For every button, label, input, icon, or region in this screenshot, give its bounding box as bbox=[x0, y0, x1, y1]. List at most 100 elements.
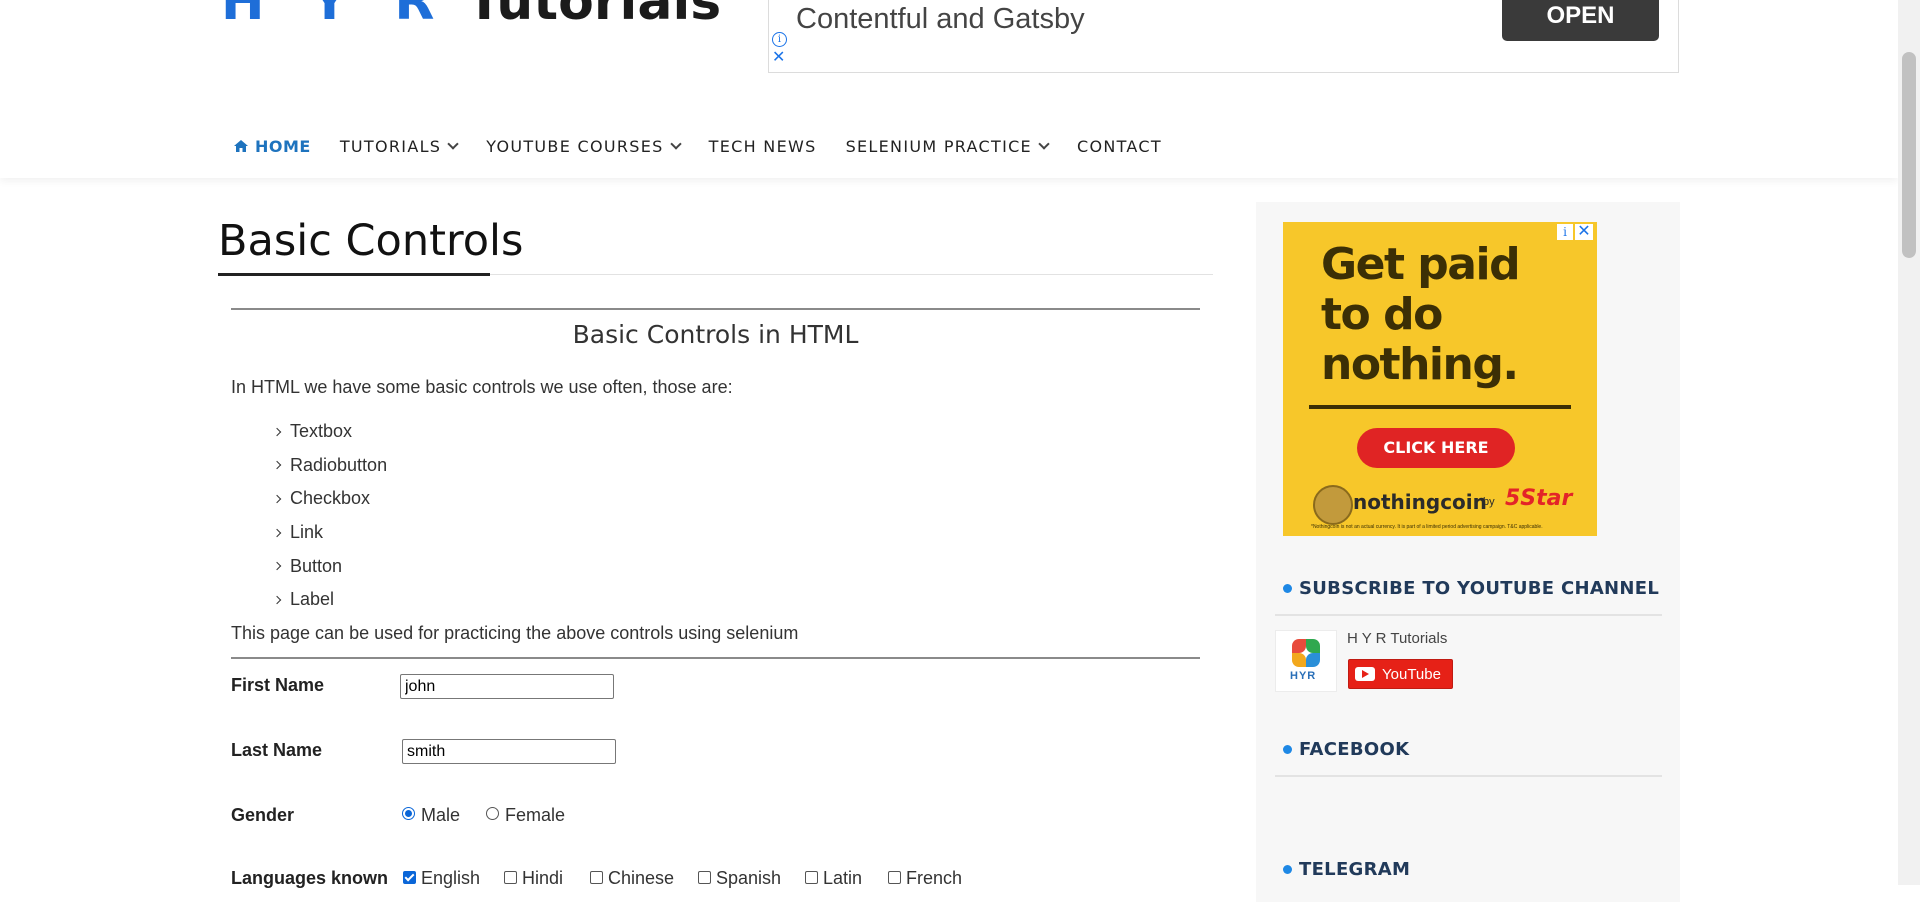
list-item-label: Radiobutton bbox=[290, 454, 388, 475]
intro-text: In HTML we have some basic controls we u… bbox=[231, 377, 733, 397]
chevron-down-icon bbox=[1038, 138, 1050, 150]
section-divider bbox=[231, 308, 1200, 310]
scrollbar-thumb[interactable] bbox=[1902, 52, 1916, 258]
ad-open-button[interactable]: OPEN bbox=[1502, 0, 1659, 41]
list-item: Radiobutton bbox=[272, 449, 388, 483]
nav-tech-news-label: TECH NEWS bbox=[708, 136, 817, 156]
list-item-label: Label bbox=[290, 589, 335, 610]
nav-youtube-courses[interactable]: YOUTUBE COURSES bbox=[486, 136, 682, 156]
page-scrollbar[interactable] bbox=[1898, 0, 1920, 885]
language-french-label[interactable]: French bbox=[906, 868, 962, 889]
ad-by: by bbox=[1483, 496, 1495, 508]
language-hindi-label[interactable]: Hindi bbox=[522, 868, 563, 889]
ad-info-icon[interactable]: i bbox=[772, 32, 787, 47]
language-chinese-checkbox[interactable] bbox=[590, 871, 603, 884]
channel-name[interactable]: H Y R Tutorials bbox=[1347, 630, 1447, 647]
practice-note: This page can be used for practicing the… bbox=[231, 623, 799, 643]
nav-tutorials-label: TUTORIALS bbox=[339, 136, 442, 156]
language-french-checkbox[interactable] bbox=[888, 871, 901, 884]
chevron-down-icon bbox=[447, 138, 459, 150]
facebook-widget-title: FACEBOOK bbox=[1283, 739, 1409, 760]
widget-divider bbox=[1275, 614, 1662, 616]
sidebar-ad[interactable]: Get paid to do nothing. CLICK HERE nothi… bbox=[1283, 222, 1597, 536]
list-item: Checkbox bbox=[272, 482, 387, 516]
nav-contact-label: CONTACT bbox=[1076, 136, 1162, 156]
list-item-label: Button bbox=[290, 555, 343, 576]
logo-petal bbox=[1306, 639, 1320, 653]
language-chinese-label[interactable]: Chinese bbox=[608, 868, 674, 889]
language-english-label[interactable]: English bbox=[421, 868, 480, 889]
gender-male-radio[interactable] bbox=[402, 807, 415, 820]
nav-selenium-practice[interactable]: SELENIUM PRACTICE bbox=[845, 136, 1050, 156]
top-banner-ad[interactable]: Contentful and Gatsby OPEN i ✕ bbox=[768, 0, 1679, 73]
widget-divider bbox=[1275, 775, 1662, 777]
language-latin-label[interactable]: Latin bbox=[823, 868, 862, 889]
gender-female-radio[interactable] bbox=[486, 807, 499, 820]
ad-divider bbox=[1309, 405, 1571, 409]
youtube-button-label: YouTube bbox=[1382, 665, 1441, 683]
subscribe-widget-title-text: SUBSCRIBE TO YOUTUBE CHANNEL bbox=[1299, 578, 1660, 599]
ad-partner-logo: 5Star bbox=[1505, 486, 1573, 511]
ad-close-icon[interactable]: ✕ bbox=[772, 50, 785, 66]
list-item: Label bbox=[272, 583, 387, 617]
first-name-label: First Name bbox=[231, 675, 325, 695]
ad-fine-print: *Nothingcoin is not an actual currency. … bbox=[1311, 524, 1543, 530]
title-underline bbox=[218, 273, 490, 276]
languages-label: Languages known bbox=[231, 868, 389, 888]
nav-home-label: HOME bbox=[255, 136, 311, 156]
language-spanish-checkbox[interactable] bbox=[698, 871, 711, 884]
first-name-input[interactable] bbox=[400, 674, 614, 699]
list-item: Link bbox=[272, 516, 387, 550]
home-icon bbox=[234, 140, 248, 152]
bullet-icon bbox=[1283, 745, 1292, 754]
ad-title[interactable]: Contentful and Gatsby bbox=[796, 3, 1085, 36]
main-nav: HOME TUTORIALS YOUTUBE COURSES TECH NEWS… bbox=[233, 134, 1191, 158]
section-title: Basic Controls in HTML bbox=[572, 320, 859, 349]
controls-list: Textbox Radiobutton Checkbox Link Button… bbox=[272, 415, 388, 617]
facebook-widget-title-text: FACEBOOK bbox=[1299, 739, 1410, 760]
language-english-checkbox[interactable] bbox=[403, 871, 416, 884]
site-logo[interactable]: H Y R Tutorials bbox=[221, 0, 721, 32]
nav-youtube-courses-label: YOUTUBE COURSES bbox=[486, 136, 664, 156]
bullet-icon bbox=[1283, 865, 1292, 874]
gender-female-label[interactable]: Female bbox=[505, 805, 565, 826]
logo-petal bbox=[1292, 639, 1306, 653]
nav-contact[interactable]: CONTACT bbox=[1077, 137, 1162, 156]
chevron-right-icon bbox=[272, 561, 282, 571]
list-item: Textbox bbox=[272, 415, 387, 449]
site-header: H Y R Tutorials Contentful and Gatsby OP… bbox=[0, 0, 1898, 178]
subscribe-widget-title: SUBSCRIBE TO YOUTUBE CHANNEL bbox=[1283, 578, 1659, 599]
ad-brand: nothingcoin bbox=[1353, 490, 1487, 514]
gender-male-label[interactable]: Male bbox=[421, 805, 460, 826]
ad-info-icon[interactable]: i bbox=[1557, 224, 1573, 240]
form-divider bbox=[231, 657, 1200, 659]
nav-tutorials[interactable]: TUTORIALS bbox=[339, 136, 459, 156]
chevron-right-icon bbox=[272, 595, 282, 605]
youtube-play-icon bbox=[1355, 667, 1375, 681]
list-item-label: Link bbox=[290, 522, 324, 543]
language-latin-checkbox[interactable] bbox=[805, 871, 818, 884]
page-title: Basic Controls bbox=[218, 216, 524, 266]
list-item: Button bbox=[272, 549, 387, 583]
logo-tutorials: Tutorials bbox=[466, 0, 722, 32]
telegram-widget-title: TELEGRAM bbox=[1283, 859, 1410, 880]
chevron-right-icon bbox=[272, 494, 282, 504]
last-name-input[interactable] bbox=[402, 739, 616, 764]
logo-hyr: H Y R bbox=[221, 0, 449, 32]
list-item-label: Checkbox bbox=[290, 488, 371, 509]
nav-tech-news[interactable]: TECH NEWS bbox=[709, 137, 817, 156]
ad-headline: Get paid to do nothing. bbox=[1321, 239, 1521, 390]
ad-close-icon[interactable]: ✕ bbox=[1575, 224, 1593, 240]
ad-click-here-button[interactable]: CLICK HERE bbox=[1357, 428, 1515, 468]
language-hindi-checkbox[interactable] bbox=[504, 871, 517, 884]
channel-avatar[interactable]: HYR bbox=[1275, 630, 1337, 692]
telegram-widget-title-text: TELEGRAM bbox=[1299, 859, 1411, 880]
nav-home[interactable]: HOME bbox=[233, 137, 311, 156]
channel-logo-text: HYR bbox=[1290, 670, 1317, 682]
youtube-subscribe-button[interactable]: YouTube bbox=[1348, 659, 1453, 689]
logo-petal bbox=[1306, 653, 1320, 667]
language-spanish-label[interactable]: Spanish bbox=[716, 868, 781, 889]
gender-label: Gender bbox=[231, 805, 295, 825]
nav-selenium-practice-label: SELENIUM PRACTICE bbox=[845, 136, 1032, 156]
chevron-right-icon bbox=[272, 461, 282, 470]
